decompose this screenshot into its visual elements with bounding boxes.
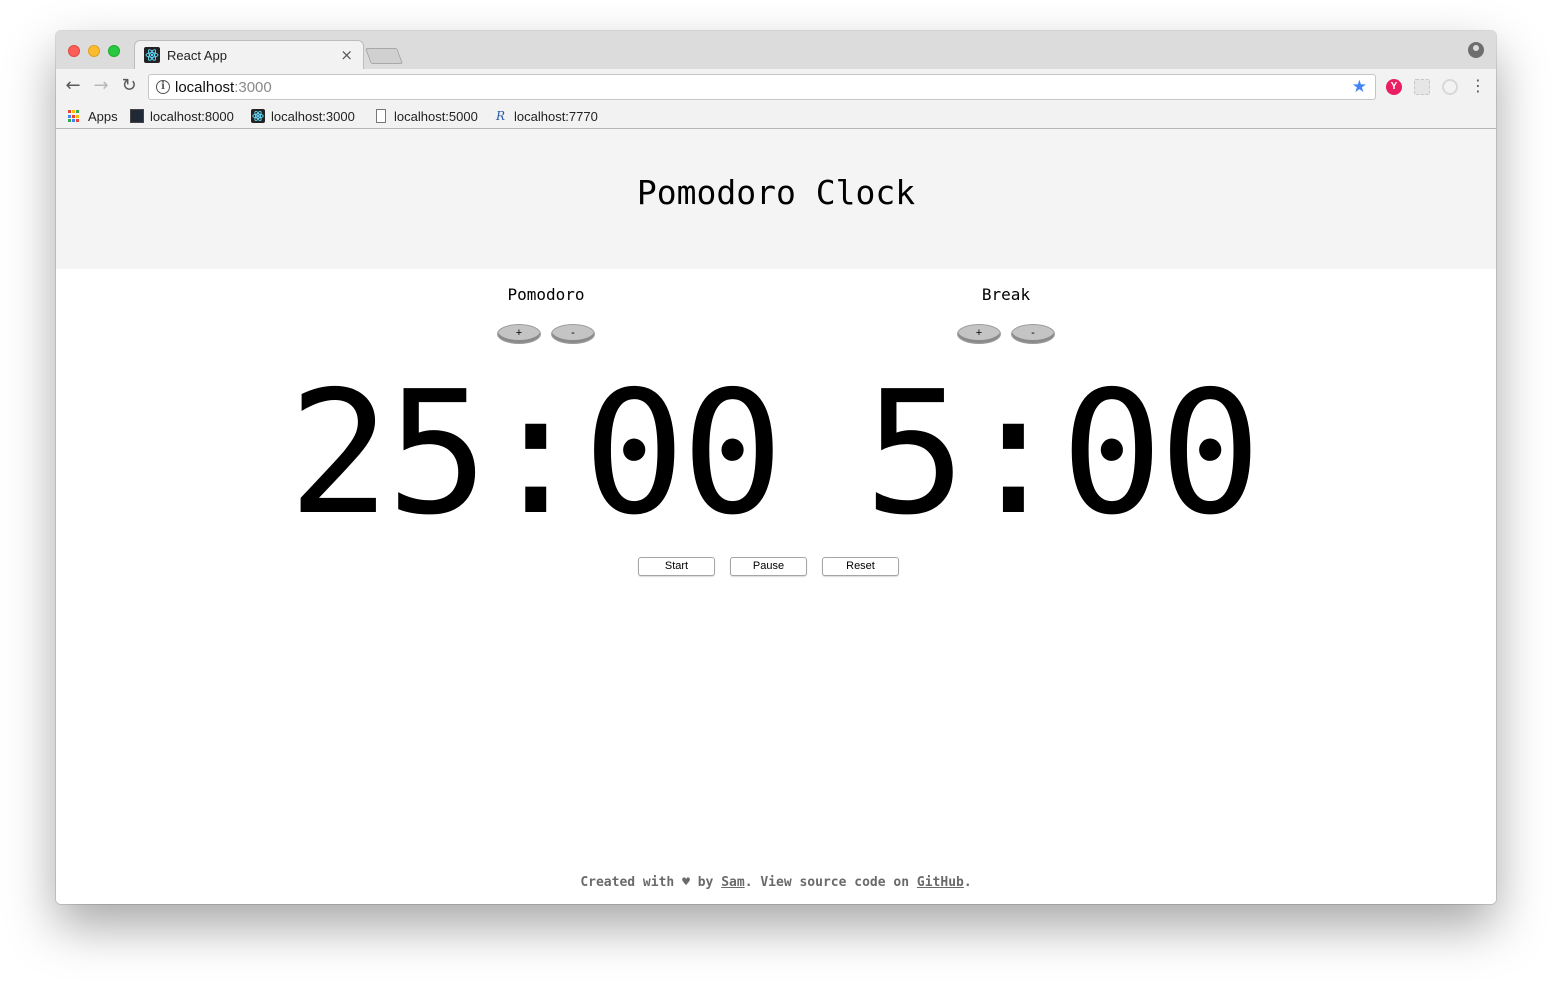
page-title: Pomodoro Clock [636,173,916,212]
new-tab-button[interactable] [365,48,403,64]
browser-toolbar: ← → ↻ i localhost:3000 ★ Y ⋮ [56,69,1496,103]
bookmark-localhost-5000[interactable]: localhost:5000 [374,107,478,125]
pomodoro-timer: 25:00 [288,355,784,553]
back-arrow-icon[interactable]: ← [62,75,84,97]
bookmark-label: localhost:3000 [271,108,355,124]
break-label: Break [981,285,1031,304]
forward-arrow-icon[interactable]: → [90,75,112,97]
browser-window: React App × ← → ↻ i localhost:3000 ★ Y ⋮… [56,31,1496,904]
break-increase-button[interactable]: + [957,324,1001,344]
footer-view-source: . View source code on [744,875,910,890]
break-decrease-button[interactable]: - [1011,324,1055,344]
apps-grid-icon [68,109,82,123]
reset-button[interactable]: Reset [822,557,899,576]
bookmark-apps[interactable]: Apps [68,107,118,125]
extension-grid-icon[interactable] [1414,79,1430,95]
close-window-button[interactable] [68,45,80,57]
extension-y-icon[interactable]: Y [1386,79,1402,95]
url-host: localhost [175,79,235,96]
pomodoro-label: Pomodoro [507,285,585,304]
heart-icon: ♥ [682,875,690,890]
react-icon [251,109,265,123]
address-bar[interactable]: i localhost:3000 ★ [148,74,1376,100]
tab-title: React App [167,48,227,63]
bookmark-label: localhost:5000 [394,108,478,124]
github-link[interactable]: GitHub [917,875,964,890]
author-link[interactable]: Sam [721,875,744,890]
bookmark-label: localhost:8000 [150,108,234,124]
file-icon [376,109,386,123]
react-icon [144,47,160,63]
bookmark-star-icon[interactable]: ★ [1352,77,1367,97]
url-text[interactable]: localhost:3000 [175,79,272,96]
footer-end: . [963,875,972,890]
reload-icon[interactable]: ↻ [118,75,140,97]
tab-strip: React App × [56,31,1496,69]
close-tab-icon[interactable]: × [340,46,353,64]
footer: Created with ♥ by Sam. View source code … [56,875,1496,890]
pomodoro-increase-button[interactable]: + [497,324,541,344]
pause-button[interactable]: Pause [730,557,807,576]
pomodoro-decrease-button[interactable]: - [551,324,595,344]
extension-circle-icon[interactable] [1442,79,1458,95]
zoom-window-button[interactable] [108,45,120,57]
start-button[interactable]: Start [638,557,715,576]
bookmark-localhost-7770[interactable]: R localhost:7770 [496,107,598,125]
minimize-window-button[interactable] [88,45,100,57]
bookmark-localhost-3000[interactable]: localhost:3000 [251,107,355,125]
page-content: Pomodoro Clock Pomodoro + - Break + - 25… [56,129,1496,904]
app-header: Pomodoro Clock [56,129,1496,269]
browser-menu-icon[interactable]: ⋮ [1470,76,1486,96]
profile-icon[interactable] [1468,42,1484,58]
info-icon[interactable]: i [156,80,170,94]
footer-created-with: Created with [580,875,675,890]
bookmarks-bar: Apps localhost:8000 localhost:3000 local… [56,103,1496,129]
terminal-icon [130,109,144,123]
break-timer: 5:00 [864,355,1261,553]
bookmark-label: localhost:7770 [514,108,598,124]
bookmark-label: Apps [88,108,118,124]
bookmark-localhost-8000[interactable]: localhost:8000 [130,107,234,125]
tab-react-app[interactable]: React App × [134,40,364,69]
url-port: :3000 [234,79,272,96]
footer-by: by [697,875,714,890]
r-icon: R [496,109,506,123]
